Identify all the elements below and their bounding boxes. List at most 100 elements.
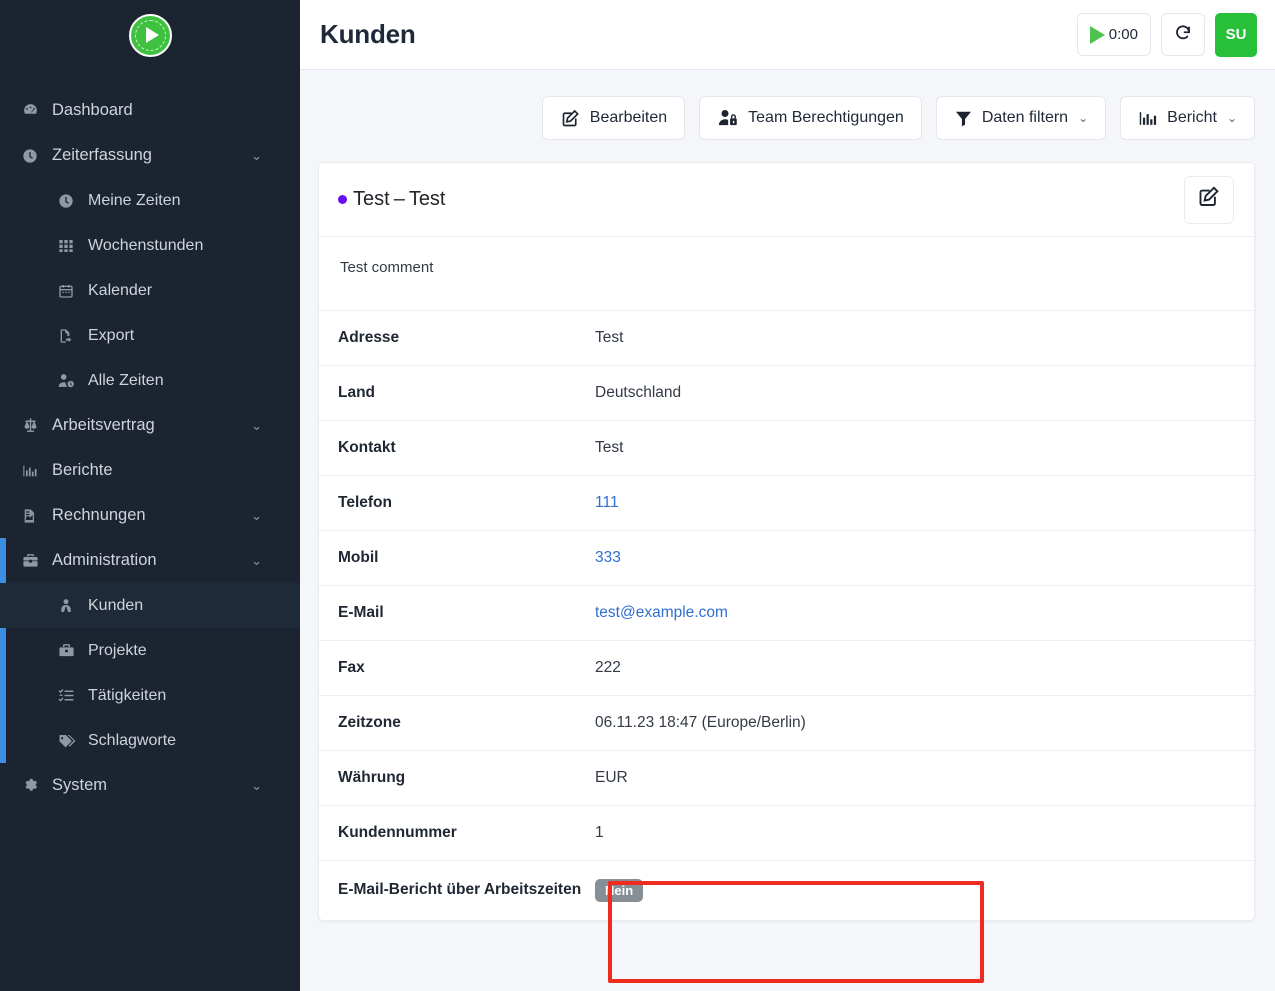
toolbox-icon (22, 552, 48, 569)
sidebar-item-label: Dashboard (52, 101, 133, 119)
sidebar-item-taetigkeiten[interactable]: Tätigkeiten (0, 673, 300, 718)
file-export-icon (58, 328, 84, 344)
sidebar: Dashboard Zeiterfassung ⌄ Meine Zeiten W… (0, 0, 300, 991)
sidebar-item-export[interactable]: Export (0, 313, 300, 358)
page-title: Kunden (320, 19, 416, 49)
sidebar-item-kunden[interactable]: Kunden (0, 583, 300, 628)
briefcase-icon (58, 642, 84, 659)
chevron-down-icon: ⌄ (1078, 111, 1089, 125)
table-row: Kontakt Test (319, 420, 1254, 476)
gear-icon (22, 777, 48, 794)
card-title-secondary: Test (408, 188, 446, 210)
filter-data-button[interactable]: Daten filtern ⌄ (935, 96, 1107, 140)
sidebar-item-label: Zeiterfassung (52, 146, 152, 164)
sidebar-item-wochenstunden[interactable]: Wochenstunden (0, 223, 300, 268)
sidebar-item-label: Rechnungen (52, 506, 146, 524)
sidebar-item-projekte[interactable]: Projekte (0, 628, 300, 673)
table-row: Kundennummer 1 (319, 805, 1254, 861)
table-row: Land Deutschland (319, 365, 1254, 421)
invoice-icon (22, 508, 48, 524)
email-link[interactable]: test@example.com (595, 604, 728, 621)
sidebar-item-label: Schlagworte (88, 731, 177, 749)
status-badge: Nein (595, 879, 644, 902)
avatar[interactable]: SU (1215, 12, 1257, 57)
chevron-down-icon: ⌄ (251, 508, 262, 523)
phone-link[interactable]: 111 (595, 494, 619, 511)
sidebar-item-system[interactable]: System ⌄ (0, 763, 300, 808)
sidebar-item-label: Berichte (52, 461, 113, 479)
sidebar-item-label: Kalender (88, 281, 153, 299)
table-row: E-Mail test@example.com (319, 585, 1254, 641)
play-triangle-icon (145, 27, 159, 43)
row-key: Kontakt (338, 439, 396, 456)
edit-pencil-icon (560, 108, 581, 129)
sidebar-item-kalender[interactable]: Kalender (0, 268, 300, 313)
reload-button[interactable] (1161, 13, 1205, 56)
card-title: Test – Test (353, 188, 446, 211)
edit-button[interactable]: Bearbeiten (541, 96, 686, 140)
user-clock-icon (58, 372, 84, 389)
row-value: 1 (595, 824, 604, 841)
sidebar-item-label: Kunden (88, 596, 144, 614)
team-permissions-button[interactable]: Team Berechtigungen (699, 96, 922, 140)
row-value: 06.11.23 18:47 (Europe/Berlin) (595, 714, 806, 731)
row-value: EUR (595, 769, 628, 786)
sidebar-item-schlagworte[interactable]: Schlagworte (0, 718, 300, 763)
action-toolbar: Bearbeiten Team Berechtigungen Daten fil… (300, 70, 1275, 140)
report-button[interactable]: Bericht ⌄ (1120, 96, 1255, 140)
bar-chart-icon (1138, 109, 1158, 128)
sidebar-item-rechnungen[interactable]: Rechnungen ⌄ (0, 493, 300, 538)
logo-wrap (0, 0, 300, 70)
clock-icon (22, 148, 48, 164)
row-value: Test (595, 439, 624, 456)
user-tie-icon (58, 598, 84, 614)
row-value-cell: Nein (595, 861, 1254, 921)
sidebar-item-label: Tätigkeiten (88, 686, 167, 704)
row-key: Kundennummer (338, 824, 457, 841)
row-value-cell: 333 (595, 531, 1254, 586)
sidebar-item-dashboard[interactable]: Dashboard (0, 88, 300, 133)
dashboard-icon (22, 102, 48, 119)
user-lock-icon (717, 108, 739, 128)
edit-button-label: Bearbeiten (589, 109, 668, 126)
timer-button[interactable]: 0:00 (1076, 13, 1151, 56)
chevron-down-icon: ⌄ (251, 778, 262, 793)
card-title-primary: Test (353, 188, 390, 210)
tags-icon (58, 732, 84, 750)
row-key: Telefon (338, 494, 392, 511)
sidebar-item-arbeitsvertrag[interactable]: Arbeitsvertrag ⌄ (0, 403, 300, 448)
customer-detail-table: Adresse Test Land Deutschland Kontakt Te… (319, 310, 1254, 920)
sidebar-item-administration[interactable]: Administration ⌄ (0, 538, 300, 583)
card-header: Test – Test (319, 163, 1254, 237)
play-clock-logo-icon[interactable] (128, 13, 172, 57)
sidebar-item-alle-zeiten[interactable]: Alle Zeiten (0, 358, 300, 403)
row-value-cell: 111 (595, 476, 1254, 531)
card-edit-button[interactable] (1184, 175, 1234, 224)
card-comment: Test comment (340, 259, 434, 276)
bar-chart-icon (22, 463, 48, 479)
sidebar-item-meine-zeiten[interactable]: Meine Zeiten (0, 178, 300, 223)
edit-square-icon (1197, 185, 1221, 214)
table-row: E-Mail-Bericht über Arbeitszeiten Nein (319, 860, 1254, 921)
sidebar-item-berichte[interactable]: Berichte (0, 448, 300, 493)
sidebar-item-zeiterfassung[interactable]: Zeiterfassung ⌄ (0, 133, 300, 178)
app-root: Dashboard Zeiterfassung ⌄ Meine Zeiten W… (0, 0, 1275, 991)
chevron-down-icon: ⌄ (1226, 111, 1237, 125)
row-key: Fax (338, 659, 365, 676)
topbar-actions: 0:00 SU (1076, 12, 1257, 57)
row-key: Land (338, 384, 376, 401)
customer-detail-card: Test – Test Test comment Adresse Test Land… (318, 162, 1255, 921)
sidebar-item-label: Administration (52, 551, 157, 569)
table-row: Fax 222 (319, 640, 1254, 696)
row-value-cell: test@example.com (595, 586, 1254, 641)
row-key: E-Mail (338, 604, 384, 621)
sidebar-item-label: Export (88, 326, 135, 344)
row-key: Mobil (338, 549, 379, 566)
chevron-down-icon: ⌄ (251, 418, 262, 433)
table-row: Mobil 333 (319, 530, 1254, 586)
mobile-link[interactable]: 333 (595, 549, 621, 566)
table-row: Zeitzone 06.11.23 18:47 (Europe/Berlin) (319, 695, 1254, 751)
row-value: Deutschland (595, 384, 682, 401)
sidebar-nav: Dashboard Zeiterfassung ⌄ Meine Zeiten W… (0, 88, 300, 808)
sidebar-item-label: Projekte (88, 641, 147, 659)
